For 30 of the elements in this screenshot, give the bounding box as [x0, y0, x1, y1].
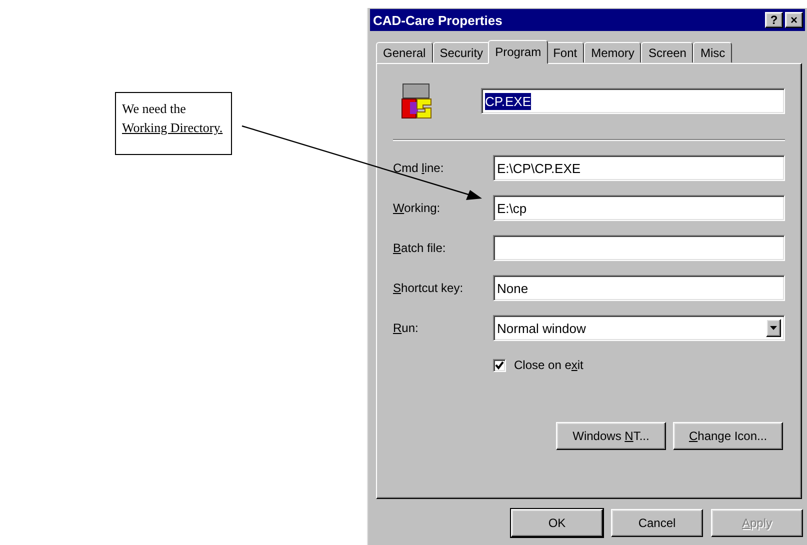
input-field[interactable]: E:\cp	[493, 195, 785, 221]
field-label: Batch file:	[393, 241, 447, 255]
dropdown[interactable]: Normal window	[493, 315, 785, 341]
program-icon	[401, 83, 433, 119]
tab[interactable]: Program	[488, 40, 548, 64]
tab[interactable]: Misc	[693, 42, 732, 63]
tab[interactable]: General	[376, 42, 433, 63]
input-field[interactable]: E:\CP\CP.EXE	[493, 155, 785, 181]
tab[interactable]: Screen	[641, 42, 694, 63]
dialog-button[interactable]: Cancel	[611, 509, 703, 537]
checkbox-label: Close on exit	[514, 358, 584, 372]
field-label: Working:	[393, 201, 442, 215]
help-button[interactable]: ?	[765, 12, 783, 28]
input-field[interactable]	[493, 235, 785, 261]
caret-icon	[770, 326, 777, 330]
window-title: CAD-Care Properties	[373, 12, 504, 28]
dialog-button[interactable]: Windows NT...	[556, 422, 666, 450]
field-label: Run:	[393, 321, 420, 335]
callout-text: We need the Working Directory.	[115, 92, 232, 155]
tab[interactable]: Font	[546, 42, 584, 63]
field-label: Shortcut key:	[393, 281, 464, 295]
dialog-button[interactable]: Change Icon...	[673, 422, 783, 450]
tab[interactable]: Memory	[584, 42, 642, 63]
input-field[interactable]: None	[493, 275, 785, 301]
checkbox[interactable]	[493, 358, 506, 372]
tab[interactable]: Security	[432, 42, 490, 63]
dialog-button[interactable]: OK	[511, 509, 603, 537]
program-name-field[interactable]: CP.EXE	[481, 88, 785, 114]
field-label: Cmd line:	[393, 161, 445, 175]
close-button[interactable]: ×	[785, 12, 803, 28]
